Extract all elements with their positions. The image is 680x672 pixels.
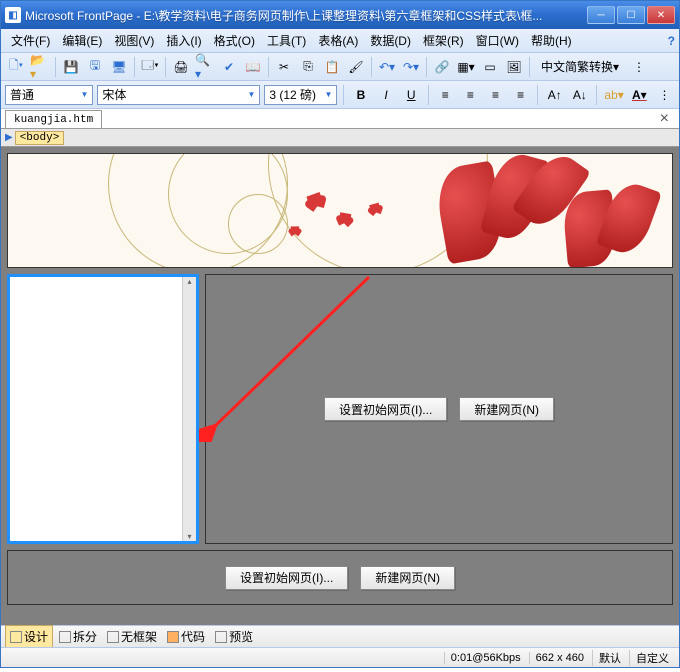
- set-initial-page-button[interactable]: 设置初始网页(I)...: [324, 397, 447, 421]
- menu-help[interactable]: 帮助(H): [525, 30, 578, 51]
- table-icon[interactable]: ▦▾: [455, 56, 477, 78]
- tag-breadcrumb: ▶ <body>: [1, 129, 679, 147]
- menu-data[interactable]: 数据(D): [364, 30, 417, 51]
- menu-tools[interactable]: 工具(T): [261, 30, 312, 51]
- align-justify-button[interactable]: ≡: [510, 84, 531, 106]
- underline-button[interactable]: U: [401, 84, 422, 106]
- increase-font-button[interactable]: A↑: [544, 84, 565, 106]
- align-center-button[interactable]: ≡: [460, 84, 481, 106]
- menu-insert[interactable]: 插入(I): [160, 30, 207, 51]
- breadcrumb-arrow-icon[interactable]: ▶: [5, 132, 13, 143]
- picture-icon[interactable]: 🖼: [503, 56, 525, 78]
- bottom-frame[interactable]: 设置初始网页(I)... 新建网页(N): [7, 550, 673, 605]
- minimize-button[interactable]: ─: [587, 6, 615, 24]
- menu-frame[interactable]: 框架(R): [417, 30, 470, 51]
- status-dimensions: 662 x 460: [529, 652, 590, 664]
- scrollbar[interactable]: [182, 277, 196, 541]
- app-icon: ◧: [5, 7, 21, 23]
- bold-button[interactable]: B: [350, 84, 371, 106]
- publish-icon[interactable]: 🖥: [108, 56, 130, 78]
- view-design[interactable]: 设计: [5, 625, 53, 648]
- align-left-button[interactable]: ≡: [435, 84, 456, 106]
- status-bar: 0:01@56Kbps 662 x 460 默认 自定义: [1, 647, 679, 667]
- format-painter-icon[interactable]: 🖌: [345, 56, 367, 78]
- status-default: 默认: [592, 650, 627, 666]
- menu-window[interactable]: 窗口(W): [470, 30, 525, 51]
- paste-icon[interactable]: 📋: [321, 56, 343, 78]
- menu-format[interactable]: 格式(O): [208, 30, 261, 51]
- toolbar-overflow2-icon[interactable]: ⋮: [654, 84, 675, 106]
- align-right-button[interactable]: ≡: [485, 84, 506, 106]
- preview-icon[interactable]: 🔍▾: [194, 56, 216, 78]
- print-icon[interactable]: 🖨: [170, 56, 192, 78]
- menu-bar: 文件(F) 编辑(E) 视图(V) 插入(I) 格式(O) 工具(T) 表格(A…: [1, 29, 679, 53]
- set-initial-page-button-2[interactable]: 设置初始网页(I)...: [225, 566, 348, 590]
- maximize-button[interactable]: ☐: [617, 6, 645, 24]
- view-split[interactable]: 拆分: [55, 626, 101, 647]
- top-frame[interactable]: [7, 153, 673, 268]
- undo-icon[interactable]: ↶▾: [376, 56, 398, 78]
- file-tab[interactable]: kuangjia.htm: [5, 110, 102, 128]
- new-icon[interactable]: 🗋▾: [5, 56, 27, 78]
- help-icon[interactable]: ?: [668, 34, 675, 48]
- status-custom: 自定义: [629, 650, 675, 666]
- menu-file[interactable]: 文件(F): [5, 30, 56, 51]
- window-title: Microsoft FrontPage - E:\教学资料\电子商务网页制作\上…: [25, 7, 587, 24]
- editor-area: 设置初始网页(I)... 新建网页(N) 设置初始网页(I)... 新建网页(N…: [1, 147, 679, 625]
- research-icon[interactable]: 📖: [242, 56, 264, 78]
- view-bar: 设计 拆分 无框架 代码 预览: [1, 625, 679, 647]
- browser-icon[interactable]: 🗔▾: [139, 56, 161, 78]
- open-icon[interactable]: 📂▾: [29, 56, 51, 78]
- right-frame[interactable]: 设置初始网页(I)... 新建网页(N): [205, 274, 673, 544]
- view-noframe[interactable]: 无框架: [103, 626, 161, 647]
- font-color-button[interactable]: A▾: [629, 84, 650, 106]
- breadcrumb-body[interactable]: <body>: [15, 131, 65, 145]
- cn-convert-button[interactable]: 中文简繁转换 ▾: [534, 56, 626, 78]
- file-tab-bar: kuangjia.htm ×: [1, 109, 679, 129]
- new-page-button[interactable]: 新建网页(N): [459, 397, 554, 421]
- decrease-font-button[interactable]: A↓: [569, 84, 590, 106]
- size-combo[interactable]: 3 (12 磅)▼: [264, 85, 337, 105]
- standard-toolbar: 🗋▾ 📂▾ 💾 🖫 🖥 🗔▾ 🖨 🔍▾ ✔ 📖 ✂ ⎘ 📋 🖌 ↶▾ ↷▾ 🔗 …: [1, 53, 679, 81]
- menu-view[interactable]: 视图(V): [108, 30, 160, 51]
- view-preview[interactable]: 预览: [211, 626, 257, 647]
- new-page-button-2[interactable]: 新建网页(N): [360, 566, 455, 590]
- italic-button[interactable]: I: [376, 84, 397, 106]
- status-speed: 0:01@56Kbps: [444, 652, 527, 664]
- copy-icon[interactable]: ⎘: [297, 56, 319, 78]
- redo-icon[interactable]: ↷▾: [400, 56, 422, 78]
- webcomponent-icon[interactable]: 🔗: [431, 56, 453, 78]
- close-button[interactable]: ✕: [647, 6, 675, 24]
- formatting-toolbar: 普通▼ 宋体▼ 3 (12 磅)▼ B I U ≡ ≡ ≡ ≡ A↑ A↓ ab…: [1, 81, 679, 109]
- title-bar: ◧ Microsoft FrontPage - E:\教学资料\电子商务网页制作…: [1, 1, 679, 29]
- view-code[interactable]: 代码: [163, 626, 209, 647]
- cut-icon[interactable]: ✂: [273, 56, 295, 78]
- tab-close-icon[interactable]: ×: [654, 110, 675, 128]
- font-combo[interactable]: 宋体▼: [97, 85, 260, 105]
- style-combo[interactable]: 普通▼: [5, 85, 93, 105]
- toolbar-overflow-icon[interactable]: ⋮: [628, 56, 650, 78]
- menu-edit[interactable]: 编辑(E): [56, 30, 108, 51]
- highlight-button[interactable]: ab▾: [603, 84, 624, 106]
- save-icon[interactable]: 💾: [60, 56, 82, 78]
- spell-icon[interactable]: ✔: [218, 56, 240, 78]
- left-frame-selected[interactable]: [7, 274, 199, 544]
- menu-table[interactable]: 表格(A): [312, 30, 364, 51]
- layer-icon[interactable]: ▭: [479, 56, 501, 78]
- saveall-icon[interactable]: 🖫: [84, 56, 106, 78]
